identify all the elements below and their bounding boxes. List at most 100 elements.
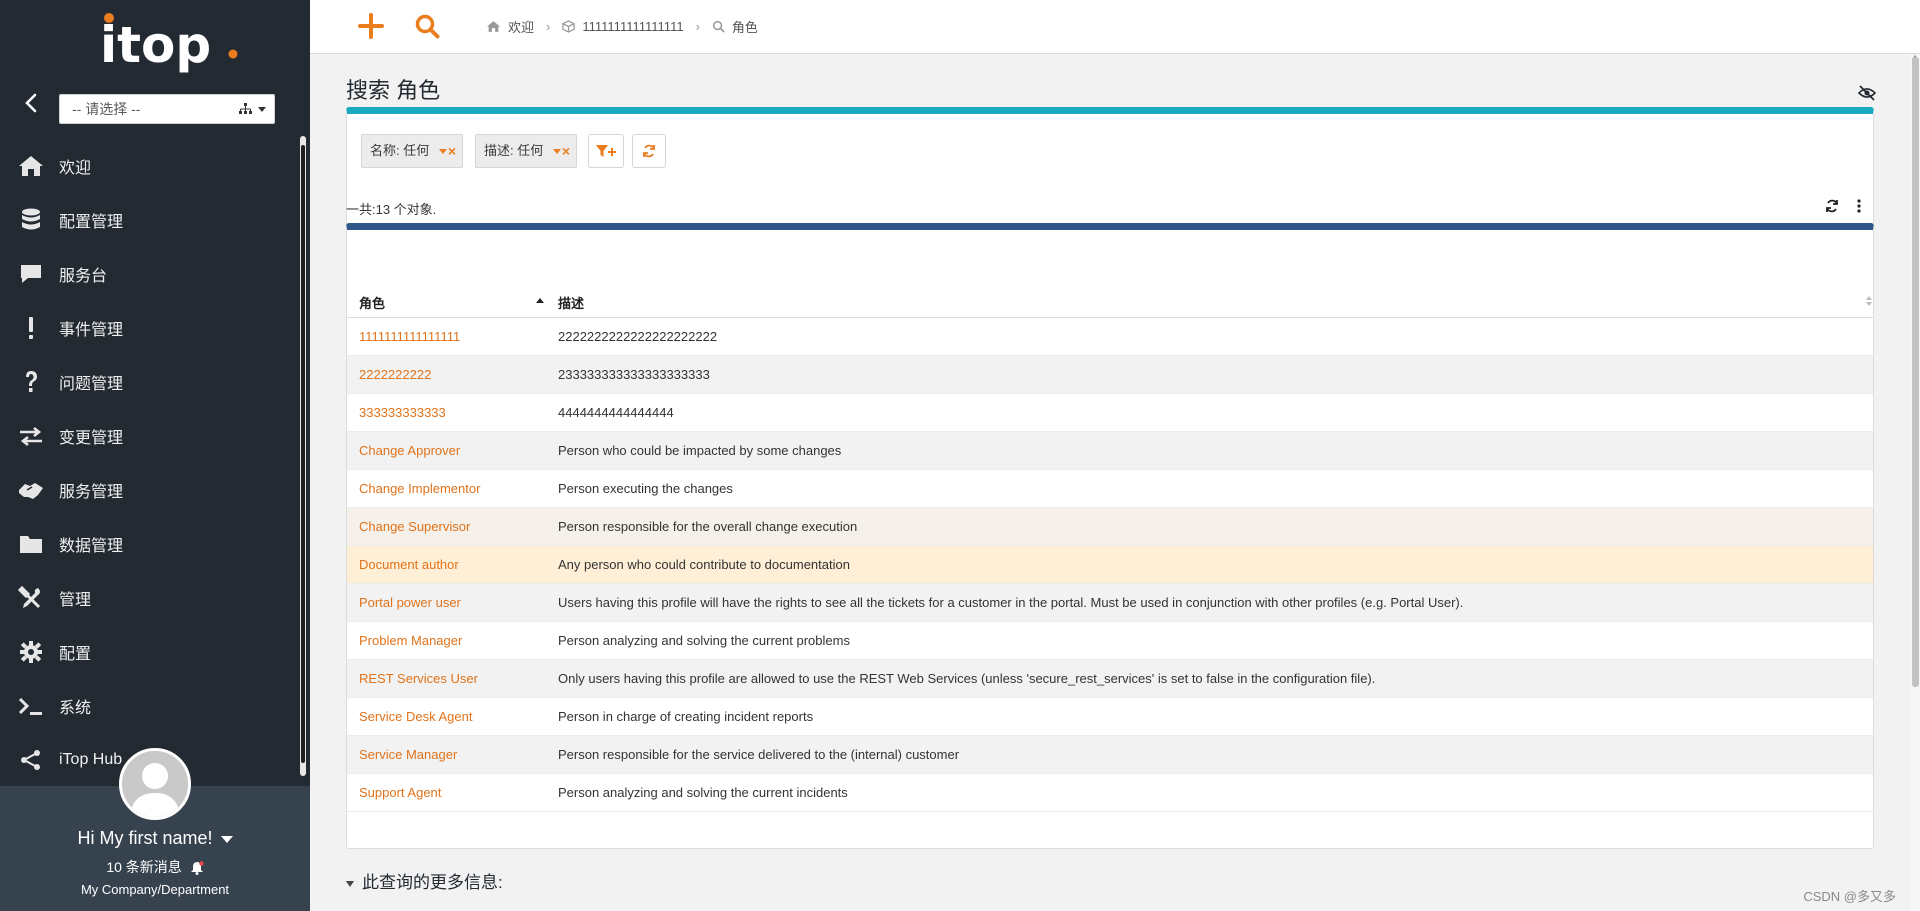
menu-item-label: 服务台 [59,268,108,285]
menu-item-incident-management[interactable]: 事件管理 [0,301,302,355]
remove-criterion-icon[interactable]: × [448,135,456,167]
table-row: Service Manager Person responsible for th… [347,736,1873,774]
table-row: Change Approver Person who could be impac… [347,432,1873,470]
search-criteria-panel: 名称: 任何 × 描述: 任何 × [346,107,1874,231]
breadcrumb-item-current[interactable]: 角色 [712,17,758,36]
menu-item-data-management[interactable]: 数据管理 [0,517,302,571]
role-link[interactable]: REST Services User [359,671,478,686]
table-row: Change Implementor Person executing the c… [347,470,1873,508]
query-info-toggle[interactable]: 此查询的更多信息: [346,868,503,893]
tools-icon [18,586,41,609]
breadcrumb-label: 欢迎 [508,20,535,35]
sort-both-icon[interactable] [1865,295,1873,307]
table-row: 333333333333 4444444444444444 [347,394,1873,432]
role-link[interactable]: Change Implementor [359,481,480,496]
menu-item-welcome[interactable]: 欢迎 [0,139,302,193]
criterion-label: 描述: 任何 [484,143,544,158]
refresh-icon [643,144,655,158]
sidebar-scrollbar-thumb[interactable] [300,144,306,764]
breadcrumb-item-object[interactable]: 1111111111111111 [562,19,684,34]
refresh-list-icon[interactable] [1825,199,1839,213]
organization-select-value: -- 请选择 -- [72,101,141,117]
role-link[interactable]: Change Supervisor [359,519,470,534]
menu-item-label: 服务管理 [59,484,124,501]
menu-item-label: iTop Hub [59,751,123,768]
caret-down-icon [346,880,354,887]
menu-item-label: 系统 [59,700,92,717]
menu-item-problem-management[interactable]: 问题管理 [0,355,302,409]
exchange-arrows-icon [20,426,42,447]
menu-item-label: 问题管理 [59,376,124,393]
menu-item-label: 管理 [59,592,92,609]
role-link[interactable]: Service Desk Agent [359,709,472,724]
organization-select[interactable]: -- 请选择 -- [59,94,275,124]
question-icon [26,371,37,392]
menu-item-label: 配置管理 [59,214,124,231]
table-row: 2222222222 233333333333333333333 [347,356,1873,394]
sidebar-scrollbar[interactable] [300,136,306,776]
remove-criterion-icon[interactable]: × [562,135,570,167]
role-description: 233333333333333333333 [558,367,710,382]
menu-item-config-management[interactable]: 配置管理 [0,193,302,247]
menu-item-label: 变更管理 [59,430,124,447]
menu-item-label: 欢迎 [59,160,92,177]
caret-down-icon [439,149,448,155]
role-description: Person executing the changes [558,481,733,496]
role-link[interactable]: Portal power user [359,595,461,610]
role-description: Person analyzing and solving the current… [558,633,850,648]
user-menu-toggle[interactable]: Hi My first name! [0,828,310,849]
role-link[interactable]: Problem Manager [359,633,462,648]
itop-logo[interactable]: itop [100,10,240,82]
sort-ascending-icon[interactable] [536,298,544,303]
avatar[interactable] [119,748,191,820]
menu-item-system[interactable]: 系统 [0,679,302,733]
menu-item-label: 事件管理 [59,322,124,339]
role-link[interactable]: Change Approver [359,443,460,458]
role-description: Any person who could contribute to docum… [558,557,850,572]
more-actions-icon[interactable] [1856,198,1862,214]
menu-item-service-desk[interactable]: 服务台 [0,247,302,301]
user-organization: My Company/Department [80,882,230,897]
new-object-plus-icon[interactable] [358,13,384,39]
table-row: Service Desk Agent Person in charge of cr… [347,698,1873,736]
notifications-link[interactable]: 10 条新消息 [0,857,310,877]
menu-item-service-management[interactable]: 服务管理 [0,463,302,517]
column-header-role[interactable]: 角色 [359,293,385,312]
search-icon [712,20,725,33]
page-scrollbar-thumb[interactable] [1912,57,1919,687]
gear-icon [20,641,42,663]
table-row: 1111111111111111 2222222222222222222222 [347,318,1873,356]
role-description: Only users having this profile are allow… [558,671,1376,686]
criterion-name[interactable]: 名称: 任何 × [361,134,463,168]
breadcrumb-item-welcome[interactable]: 欢迎 [486,17,534,36]
role-link[interactable]: Support Agent [359,785,441,800]
role-description: Person in charge of creating incident re… [558,709,814,724]
speech-bubble-icon [21,265,41,283]
caret-down-icon [553,149,562,155]
collapse-sidebar-icon[interactable] [20,92,42,114]
sidebar: itop -- 请选择 -- 欢迎 配置管理 服务台 事件管理 问题管理 变更管… [0,0,310,911]
role-link[interactable]: Service Manager [359,747,457,762]
menu-item-admin[interactable]: 管理 [0,571,302,625]
role-description: Person responsible for the overall chang… [558,519,858,534]
role-link[interactable]: 1111111111111111 [359,329,460,344]
role-link[interactable]: 333333333333 [359,405,446,420]
bell-icon [190,861,204,876]
column-header-description[interactable]: 描述 [558,293,584,312]
results-table: 角色 描述 1111111111111111 222222222222222222… [346,223,1874,849]
refresh-search-button[interactable] [632,134,666,168]
menu-item-change-management[interactable]: 变更管理 [0,409,302,463]
cube-icon [562,20,576,33]
eye-slash-icon[interactable] [1858,85,1876,101]
page-scrollbar[interactable] [1910,55,1920,911]
table-body: 1111111111111111 2222222222222222222222 2… [347,318,1873,812]
role-link[interactable]: 2222222222 [359,367,431,382]
add-criterion-button[interactable] [588,134,624,168]
main-content: 搜索 角色 名称: 任何 × 描述: 任何 × 一共:13 个对象. 角色 描述 [310,55,1920,911]
global-search-icon[interactable] [414,13,440,39]
menu-item-label: 配置 [59,646,92,663]
menu-item-configuration[interactable]: 配置 [0,625,302,679]
handshake-icon [19,483,43,499]
role-link[interactable]: Document author [359,557,459,572]
criterion-description[interactable]: 描述: 任何 × [475,134,577,168]
